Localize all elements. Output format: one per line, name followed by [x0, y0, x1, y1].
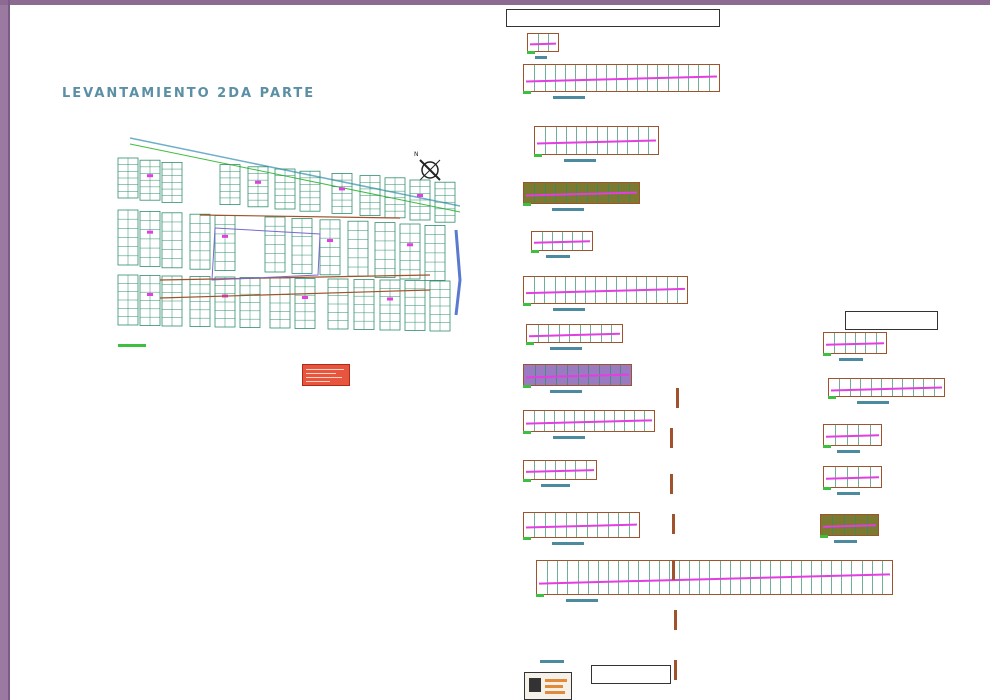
section-mark[interactable] [676, 388, 679, 408]
level-tag [534, 154, 542, 157]
lot-label [255, 180, 261, 184]
lot-label [417, 194, 423, 197]
profile-strip[interactable] [536, 560, 893, 595]
lot-label [387, 297, 393, 301]
profile-strip[interactable] [523, 460, 597, 480]
level-tag [527, 51, 535, 54]
scale-bar [549, 390, 582, 393]
level-tag [536, 594, 544, 597]
scale-bar [546, 255, 570, 258]
profile-strip[interactable] [534, 126, 659, 155]
lot-label [222, 234, 228, 238]
lot-blocks [117, 157, 456, 332]
main-title-box [506, 9, 720, 27]
lot-label [147, 293, 153, 296]
level-tag [523, 479, 531, 482]
scale-bar [553, 308, 585, 311]
level-tag [823, 487, 831, 490]
profile-strip[interactable] [523, 512, 640, 538]
level-tag [523, 91, 531, 94]
scale-bar [540, 660, 564, 663]
section-mark[interactable] [674, 610, 677, 630]
right-title-box [845, 311, 938, 330]
scale-bar [564, 159, 596, 162]
level-tag [523, 203, 531, 206]
profile-strip[interactable] [823, 466, 882, 488]
profile-strip[interactable] [523, 182, 640, 204]
section-mark[interactable] [672, 560, 675, 580]
level-tag [523, 385, 531, 388]
scale-bar [837, 450, 861, 453]
section-mark[interactable] [670, 428, 673, 448]
scale-bar [856, 401, 889, 404]
scale-bar [534, 56, 547, 59]
profile-strip[interactable] [820, 514, 879, 536]
profile-strip[interactable] [523, 276, 688, 304]
level-tag [526, 342, 534, 345]
lot-label [327, 239, 333, 243]
scale-bar [541, 484, 570, 487]
scale-bar [553, 96, 585, 99]
scale-bar [837, 492, 861, 495]
plan-scale-bar [118, 344, 146, 347]
profile-strip[interactable] [828, 378, 945, 397]
bottom-title-box [591, 665, 671, 684]
side-road [454, 229, 462, 316]
site-plan[interactable]: N [100, 130, 470, 350]
legend-table [302, 364, 350, 386]
level-tag [523, 431, 531, 434]
profile-strip[interactable] [823, 332, 887, 354]
lot-label [407, 243, 413, 247]
sheet-title: LEVANTAMIENTO 2DA PARTE [62, 86, 316, 101]
profile-strip[interactable] [523, 364, 632, 386]
scale-bar [566, 599, 598, 602]
scale-bar [834, 540, 858, 543]
scale-bar [838, 358, 864, 361]
scale-bar [551, 542, 584, 545]
section-mark[interactable] [672, 514, 675, 534]
scale-bar [551, 208, 584, 211]
profile-strip[interactable] [526, 324, 623, 343]
level-tag [828, 396, 836, 399]
level-tag [531, 250, 539, 253]
level-tag [823, 353, 831, 356]
level-tag [820, 535, 828, 538]
level-tag [523, 537, 531, 540]
level-tag [523, 303, 531, 306]
lot-label [302, 296, 308, 299]
compass-rose-icon: N [414, 151, 441, 181]
lot-label [339, 187, 345, 191]
north-label: N [414, 151, 419, 158]
scale-bar [553, 436, 585, 439]
section-mark[interactable] [670, 474, 673, 494]
profile-strip[interactable] [523, 64, 720, 92]
section-mark[interactable] [674, 660, 677, 680]
profile-strip[interactable] [531, 231, 593, 251]
lot-label [147, 230, 153, 234]
profile-strip[interactable] [527, 33, 559, 52]
bottom-legend [524, 672, 572, 700]
lot-label [147, 174, 153, 178]
profile-strip[interactable] [523, 410, 655, 432]
profile-strip[interactable] [823, 424, 882, 446]
level-tag [823, 445, 831, 448]
scale-bar [549, 347, 582, 350]
